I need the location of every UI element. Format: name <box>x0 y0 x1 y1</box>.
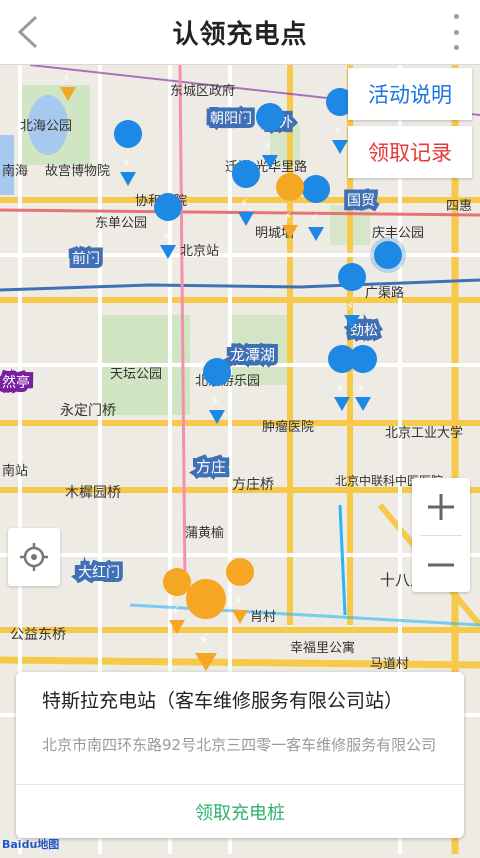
map-label: 木樨园桥 <box>65 485 121 501</box>
map-label: 南海 <box>2 163 28 179</box>
map-label: 国贸 <box>347 193 375 209</box>
svg-text:⚡: ⚡ <box>334 124 342 138</box>
map-label: 庆丰公园 <box>372 226 424 241</box>
map-label: 龙潭湖 <box>230 346 275 364</box>
map-label: 马道村 <box>370 657 409 672</box>
zoom-out-button[interactable] <box>412 536 470 593</box>
map-label: 公益东桥 <box>10 627 66 643</box>
activity-info-button[interactable]: 活动说明 <box>348 68 472 120</box>
map-label: 然亭 <box>2 374 30 391</box>
map-label: 永定门桥 <box>60 403 116 419</box>
map-label: 蒲黄榆 <box>185 526 224 541</box>
claim-records-label: 领取记录 <box>368 141 452 165</box>
locate-button[interactable] <box>8 528 60 586</box>
current-location-dot <box>374 241 402 269</box>
activity-info-label: 活动说明 <box>368 83 452 107</box>
more-button[interactable] <box>446 14 466 50</box>
svg-text:⚡: ⚡ <box>198 630 209 649</box>
map-label: 北海公园 <box>20 119 72 134</box>
back-button[interactable] <box>8 12 48 52</box>
svg-text:⚡: ⚡ <box>357 381 365 395</box>
map-label: 幸福里公寓 <box>290 640 355 656</box>
map-label: 肖村 <box>250 610 276 625</box>
svg-text:⚡: ⚡ <box>62 71 70 85</box>
svg-text:⚡: ⚡ <box>336 381 344 395</box>
map-label: 前门 <box>72 250 100 267</box>
station-name: 特斯拉充电站（客车维修服务有限公司站） <box>42 690 404 712</box>
map-label: 广渠路 <box>365 285 404 301</box>
station-info-card: 特斯拉充电站（客车维修服务有限公司站） 北京市南四环东路92号北京三四零一客车维… <box>16 672 464 838</box>
zoom-in-button[interactable] <box>412 478 470 535</box>
svg-text:⚡: ⚡ <box>240 196 248 210</box>
more-dot <box>453 29 459 35</box>
map-label: 大红门 <box>78 565 120 581</box>
baidu-map-logo: Baidu地图 <box>2 838 60 851</box>
chevron-left-icon <box>17 15 38 49</box>
svg-text:⚡: ⚡ <box>122 156 130 170</box>
map-label: 天坛公园 <box>110 367 162 382</box>
svg-text:⚡: ⚡ <box>284 209 292 223</box>
zoom-control <box>412 478 470 592</box>
header: 认领充电点 <box>0 0 480 65</box>
map-label: 劲松 <box>350 323 378 339</box>
svg-text:⚡: ⚡ <box>171 604 179 618</box>
map-label: 南站 <box>2 463 28 479</box>
map-label: 故宫博物院 <box>45 164 110 179</box>
map-label: 四惠 <box>446 199 472 214</box>
map-label: 肿瘤医院 <box>262 419 314 435</box>
minus-icon <box>428 563 454 566</box>
map-label: 朝阳门 <box>210 111 252 127</box>
station-address: 北京市南四环东路92号北京三四零一客车维修服务有限公司 <box>42 736 437 754</box>
svg-text:⚡: ⚡ <box>234 594 242 608</box>
map-label: 北京站 <box>180 244 219 259</box>
more-dot <box>453 45 459 50</box>
claim-records-button[interactable]: 领取记录 <box>348 126 472 178</box>
svg-text:⚡: ⚡ <box>211 394 219 408</box>
map-label: 东单公园 <box>95 216 147 231</box>
target-icon <box>20 543 48 571</box>
svg-text:⚡: ⚡ <box>346 299 354 313</box>
plus-icon <box>428 493 454 520</box>
svg-text:⚡: ⚡ <box>310 211 318 225</box>
page-title: 认领充电点 <box>172 19 308 50</box>
svg-text:⚡: ⚡ <box>162 229 170 243</box>
map-label: 北京工业大学 <box>385 425 463 441</box>
more-vertical-icon <box>453 14 459 19</box>
map-label: 东城区政府 <box>170 84 235 99</box>
svg-text:⚡: ⚡ <box>264 139 272 153</box>
map-label: 方庄 <box>196 458 226 476</box>
claim-charger-button[interactable]: 领取充电桩 <box>16 785 464 838</box>
map-label: 方庄桥 <box>232 476 274 493</box>
